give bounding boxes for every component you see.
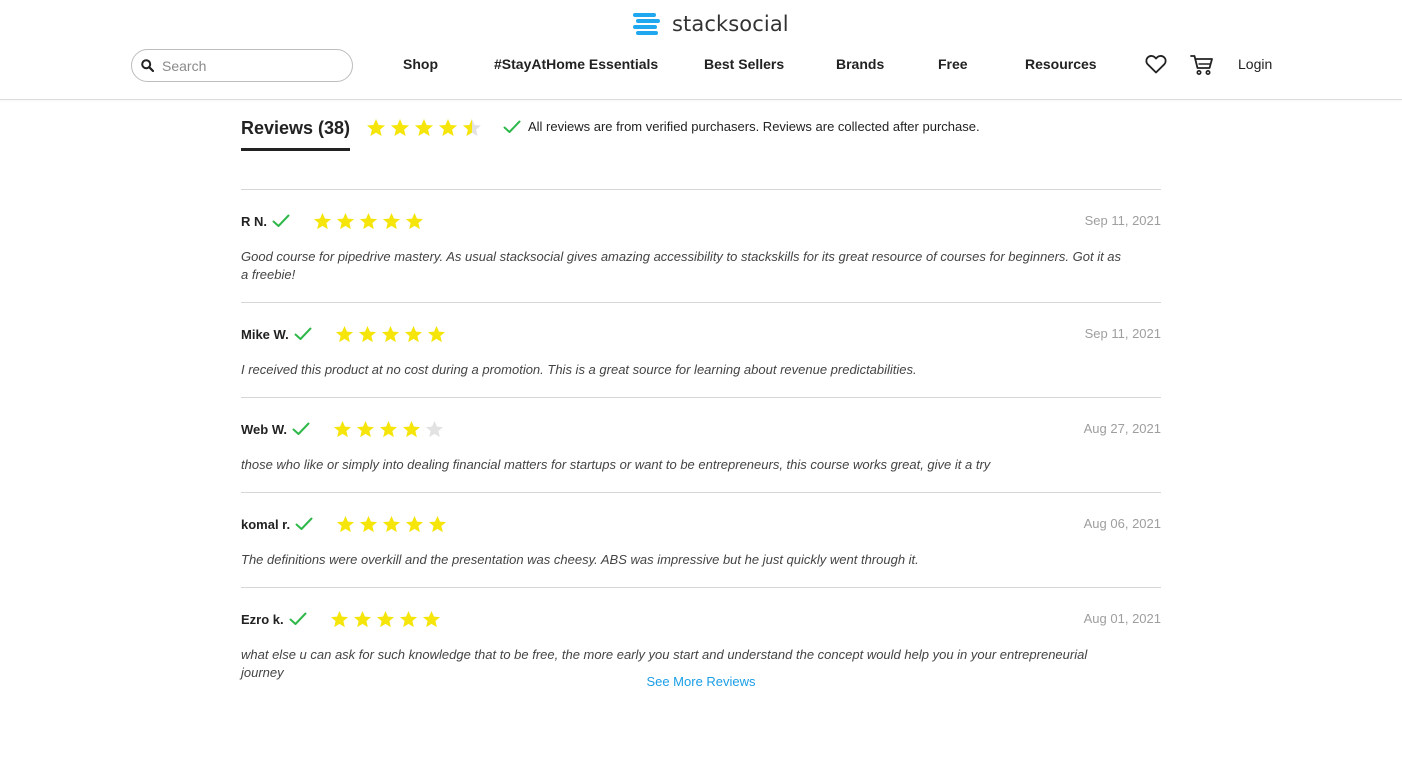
star-filled-icon xyxy=(381,325,399,342)
cart-icon xyxy=(1190,55,1213,75)
wishlist-button[interactable] xyxy=(1145,54,1167,79)
cart-button[interactable] xyxy=(1190,54,1214,81)
reviewer-name: Mike W. xyxy=(241,326,289,342)
star-filled-icon xyxy=(405,212,424,229)
review-date: Aug 06, 2021 xyxy=(1083,516,1161,531)
verified-check-icon xyxy=(289,612,307,625)
star-filled-icon xyxy=(429,515,447,532)
star-filled-icon xyxy=(353,610,371,627)
nav-free[interactable]: Free xyxy=(938,56,968,72)
review-item: Web W. Aug 27, 2021 those who like or simp… xyxy=(241,415,1161,493)
verified-check-icon xyxy=(272,214,290,227)
nav-resources[interactable]: Resources xyxy=(1025,56,1097,72)
review-item: R N. Sep 11, 2021 Good course for pipedriv… xyxy=(241,207,1161,303)
star-filled-icon xyxy=(402,420,421,437)
star-filled-icon xyxy=(379,420,398,437)
verified-check-icon xyxy=(292,422,310,435)
review-date: Sep 11, 2021 xyxy=(1084,213,1161,228)
search-icon xyxy=(141,59,154,72)
star-filled-icon xyxy=(406,515,424,532)
nav-shop[interactable]: Shop xyxy=(403,56,438,72)
review-date: Sep 11, 2021 xyxy=(1084,326,1161,341)
reviews-tab-label: Reviews (38) xyxy=(241,118,351,138)
star-filled-icon xyxy=(376,610,394,627)
verified-check-icon xyxy=(294,327,312,340)
star-filled-icon xyxy=(335,325,353,342)
stacksocial-logo-icon xyxy=(633,13,660,35)
star-filled-icon xyxy=(367,119,385,136)
star-filled-icon xyxy=(427,325,445,342)
see-more-reviews-link[interactable]: See More Reviews xyxy=(0,674,1402,689)
site-header: stacksocial Shop #StayAtHome Essentials … xyxy=(0,0,1402,100)
star-filled-icon xyxy=(330,610,348,627)
verified-check-icon xyxy=(295,517,313,530)
login-link[interactable]: Login xyxy=(1238,56,1272,72)
star-empty-icon xyxy=(425,420,444,437)
review-date: Aug 01, 2021 xyxy=(1083,611,1161,626)
review-rating-stars xyxy=(333,420,448,439)
star-half-icon xyxy=(463,119,481,136)
reviewer-name: Web W. xyxy=(241,421,287,437)
star-filled-icon xyxy=(383,515,401,532)
search-input[interactable] xyxy=(162,57,332,74)
review-date: Aug 27, 2021 xyxy=(1083,421,1161,436)
review-header: Web W. Aug 27, 2021 xyxy=(241,415,1161,443)
average-rating-stars xyxy=(366,118,486,138)
verified-note-text: All reviews are from verified purchasers… xyxy=(528,119,980,134)
star-filled-icon xyxy=(404,325,422,342)
logo[interactable]: stacksocial xyxy=(632,10,789,38)
review-header: Mike W. Sep 11, 2021 xyxy=(241,320,1161,348)
review-header: R N. Sep 11, 2021 xyxy=(241,207,1161,235)
nav-stay-at-home-essentials[interactable]: #StayAtHome Essentials xyxy=(494,56,658,72)
review-item: Mike W. Sep 11, 2021 I received this produ… xyxy=(241,320,1161,398)
review-rating-stars xyxy=(313,212,428,231)
star-filled-icon xyxy=(337,515,355,532)
review-header: komal r. Aug 06, 2021 xyxy=(241,510,1161,538)
reviewer-name: komal r. xyxy=(241,516,291,532)
star-filled-icon xyxy=(382,212,401,229)
star-filled-icon xyxy=(360,515,378,532)
verified-note: All reviews are from verified purchasers… xyxy=(503,119,980,134)
review-text: I received this product at no cost durin… xyxy=(241,362,917,377)
review-text: those who like or simply into dealing fi… xyxy=(241,457,991,472)
star-filled-icon xyxy=(439,119,457,136)
review-header: Ezro k. Aug 01, 2021 xyxy=(241,605,1161,633)
star-filled-icon xyxy=(359,212,378,229)
reviews-tab[interactable]: Reviews (38) xyxy=(241,118,351,151)
star-filled-icon xyxy=(313,212,332,229)
reviewer-name: Ezro k. xyxy=(241,611,284,627)
nav-brands[interactable]: Brands xyxy=(836,56,884,72)
star-filled-icon xyxy=(391,119,409,136)
review-rating-stars xyxy=(330,610,445,629)
star-filled-icon xyxy=(422,610,440,627)
star-filled-icon xyxy=(399,610,417,627)
review-rating-stars xyxy=(335,325,450,344)
heart-icon xyxy=(1145,55,1167,74)
check-icon xyxy=(503,120,521,133)
review-text: Good course for pipedrive mastery. As us… xyxy=(241,249,1122,282)
star-filled-icon xyxy=(336,212,355,229)
logo-text: stacksocial xyxy=(672,12,789,36)
nav-best-sellers[interactable]: Best Sellers xyxy=(704,56,784,72)
reviewer-name: R N. xyxy=(241,213,267,229)
review-text: The definitions were overkill and the pr… xyxy=(241,552,919,567)
search-box[interactable] xyxy=(131,49,353,82)
review-text: what else u can ask for such knowledge t… xyxy=(241,647,1088,680)
star-filled-icon xyxy=(333,420,352,437)
review-list: R N. Sep 11, 2021 Good course for pipedriv… xyxy=(241,189,1161,700)
review-rating-stars xyxy=(336,515,451,534)
star-filled-icon xyxy=(356,420,375,437)
star-filled-icon xyxy=(358,325,376,342)
review-item: komal r. Aug 06, 2021 The definitions were… xyxy=(241,510,1161,588)
star-filled-icon xyxy=(415,119,433,136)
